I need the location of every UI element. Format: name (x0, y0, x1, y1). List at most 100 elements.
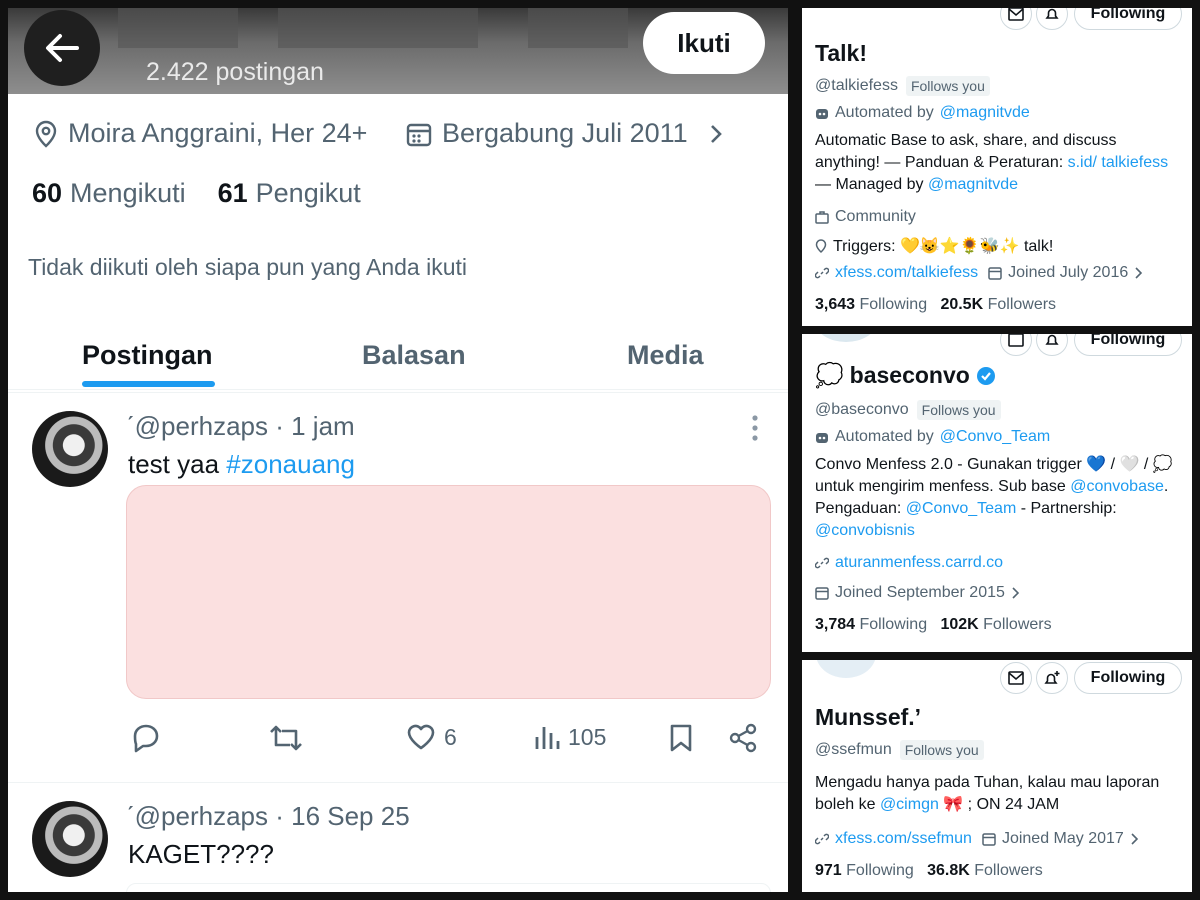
post-text: KAGET???? (128, 839, 274, 869)
bio: Automatic Base to ask, share, and discus… (815, 130, 1185, 196)
location: Triggers: 💛😺⭐🌻🐝✨ talk! (815, 236, 1053, 256)
notify-button[interactable] (1036, 8, 1068, 30)
website-link[interactable]: xfess.com/talkiefess (835, 264, 978, 282)
active-tab-indicator (82, 381, 215, 387)
following-count[interactable]: 3,643 (815, 296, 855, 313)
location-pin-icon (35, 120, 57, 148)
calendar-icon (815, 587, 829, 600)
avatar[interactable] (32, 411, 108, 487)
website-link[interactable]: xfess.com/ssefmun (835, 830, 972, 848)
hashtag-link[interactable]: #zonauang (226, 449, 355, 479)
reply-button[interactable] (130, 723, 162, 753)
bio-link[interactable]: s.id/ talkiefess (1068, 154, 1168, 171)
join-date[interactable]: Joined September 2015 (815, 584, 1021, 602)
repost-button[interactable] (268, 723, 304, 753)
followers-count[interactable]: 61 (218, 178, 248, 208)
bio-mention[interactable]: @convobisnis (815, 522, 915, 539)
back-button[interactable] (24, 10, 100, 86)
following-label[interactable]: Mengikuti (70, 178, 186, 208)
followers-count[interactable]: 20.5K (940, 296, 983, 313)
post-text-body: test yaa (128, 449, 227, 479)
followers-label[interactable]: Followers (974, 862, 1042, 879)
following-label[interactable]: Following (846, 862, 914, 879)
following-count[interactable]: 971 (815, 862, 842, 879)
following-count[interactable]: 3,784 (815, 616, 855, 633)
bookmark-button[interactable] (668, 723, 694, 753)
post-handle-time[interactable]: ˊ@perhzaps · 1 jam (126, 411, 355, 442)
automated-label: Automated by @Convo_Team (815, 428, 1050, 446)
automated-by-link[interactable]: @magnitvde (940, 104, 1030, 122)
repost-icon (270, 725, 302, 751)
avatar[interactable] (816, 660, 876, 678)
message-button[interactable] (1000, 8, 1032, 30)
avatar[interactable] (816, 334, 876, 342)
bio-text: - Partnership: (1016, 500, 1117, 517)
bio-mention[interactable]: @convobase (1070, 478, 1164, 495)
avatar[interactable] (32, 801, 108, 877)
profile-header-banner: 2.422 postingan Ikuti (8, 8, 788, 94)
following-label[interactable]: Following (860, 296, 928, 313)
bio-mention[interactable]: @Convo_Team (906, 500, 1017, 517)
bio-mention[interactable]: @cimgn (880, 796, 939, 813)
tab-media[interactable]: Media (627, 340, 704, 371)
chevron-right-icon[interactable] (1130, 832, 1140, 846)
join-date-text: Joined September 2015 (835, 584, 1005, 601)
bot-icon (816, 433, 828, 443)
display-name: Talk! (815, 40, 867, 66)
bio: Convo Menfess 2.0 - Gunakan trigger 💙 / … (815, 454, 1185, 542)
follow-button[interactable]: Ikuti (643, 12, 765, 74)
followers-count[interactable]: 102K (940, 616, 978, 633)
reply-icon (133, 724, 159, 753)
bio-mention[interactable]: @magnitvde (928, 176, 1018, 193)
following-button[interactable]: Following (1074, 8, 1182, 30)
followers-label[interactable]: Pengikut (256, 178, 361, 208)
following-count[interactable]: 60 (32, 178, 62, 208)
followers-label[interactable]: Followers (983, 616, 1051, 633)
post-handle-time[interactable]: ˊ@perhzaps · 16 Sep 25 (126, 801, 410, 832)
following-button[interactable]: Following (1074, 334, 1182, 356)
post-media[interactable] (126, 485, 771, 699)
notify-button[interactable] (1036, 662, 1068, 694)
followers-count[interactable]: 36.8K (927, 862, 970, 879)
share-button[interactable] (728, 723, 758, 753)
follow-stats: 60 Mengikuti 61 Pengikut (32, 178, 361, 209)
follows-you-badge: Follows you (916, 400, 1001, 420)
mail-icon (1008, 671, 1024, 685)
following-button[interactable]: Following (1074, 662, 1182, 694)
join-date-text: Bergabung Juli 2011 (442, 118, 688, 148)
chevron-right-icon[interactable] (1134, 266, 1144, 280)
views-chart-icon (535, 727, 560, 749)
link-icon (815, 267, 829, 279)
post[interactable]: ˊ@perhzaps · 1 jam test yaa #zonauang 6 … (8, 392, 788, 782)
like-button[interactable]: 6 (406, 723, 457, 751)
follow-stats: 3,643 Following 20.5K Followers (815, 296, 1056, 314)
bio-text: — Managed by (815, 176, 928, 193)
follows-you-badge: Follows you (905, 76, 990, 96)
banner-blur (528, 8, 628, 48)
bell-plus-icon (1045, 8, 1059, 19)
website-join-row: xfess.com/talkiefess Joined July 2016 (815, 264, 1144, 282)
followers-label[interactable]: Followers (988, 296, 1056, 313)
bio-text: 🎀 ; ON 24 JAM (938, 796, 1060, 813)
post-media[interactable] (126, 883, 771, 892)
username-text: @ssefmun (815, 741, 892, 758)
views-button[interactable]: 105 (534, 723, 606, 751)
website-link[interactable]: aturanmenfess.carrd.co (835, 554, 1003, 572)
message-button[interactable] (1000, 334, 1032, 356)
automated-by-link[interactable]: @Convo_Team (940, 428, 1051, 446)
join-date-text: Joined May 2017 (1001, 830, 1124, 847)
post[interactable]: ˊ@perhzaps · 16 Sep 25 KAGET???? (8, 782, 788, 892)
tab-posts[interactable]: Postingan (82, 340, 213, 371)
account-card-baseconvo: Following 💭 baseconvo @baseconvo Follows y… (802, 334, 1192, 652)
name-emoji: 💭 (815, 362, 844, 388)
more-options-icon[interactable] (748, 413, 762, 443)
bell-plus-icon (1044, 671, 1060, 684)
message-button[interactable] (1000, 662, 1032, 694)
following-label[interactable]: Following (860, 616, 928, 633)
briefcase-icon (815, 211, 829, 224)
display-name: Munssef.ʼ (815, 704, 922, 730)
mail-icon (1008, 334, 1024, 347)
tab-replies[interactable]: Balasan (362, 340, 466, 371)
notify-button[interactable] (1036, 334, 1068, 356)
join-date[interactable]: Bergabung Juli 2011 (406, 118, 734, 149)
